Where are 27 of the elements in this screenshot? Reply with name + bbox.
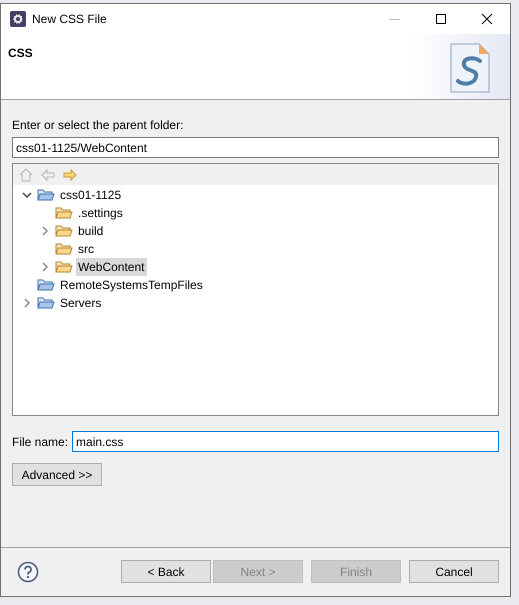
advanced-button[interactable]: Advanced >>	[12, 463, 102, 486]
folder-icon	[55, 224, 73, 238]
folder-icon	[37, 296, 55, 310]
folder-icon	[37, 278, 55, 292]
folder-icon	[37, 188, 55, 202]
file-name-label: File name:	[12, 434, 68, 450]
gear-icon	[10, 11, 26, 27]
tree-item[interactable]: src	[76, 240, 96, 258]
tree-item[interactable]: WebContent	[76, 258, 146, 276]
stylesheet-file-icon	[450, 43, 490, 93]
help-icon[interactable]	[17, 560, 39, 582]
tree-item[interactable]: css01-1125	[58, 186, 124, 204]
parent-folder-field[interactable]: css01-1125/WebContent	[12, 137, 499, 158]
window-title: New CSS File	[32, 11, 107, 28]
dialog-button[interactable]: Cancel	[409, 560, 499, 583]
tree-item[interactable]: RemoteSystemsTempFiles	[58, 276, 205, 294]
tree-item[interactable]: build	[76, 222, 106, 240]
folder-icon	[55, 242, 73, 256]
parent-folder-label: Enter or select the parent folder:	[12, 118, 184, 132]
file-name-field[interactable]: main.css	[72, 431, 499, 452]
folder-icon	[55, 260, 73, 274]
page-title: CSS	[8, 45, 33, 62]
tree-item[interactable]: Servers	[58, 294, 104, 312]
tree-item[interactable]: .settings	[76, 204, 125, 222]
forward-arrow-icon[interactable]	[62, 166, 78, 182]
folder-icon	[55, 206, 73, 220]
dialog-button[interactable]: < Back	[121, 560, 211, 583]
